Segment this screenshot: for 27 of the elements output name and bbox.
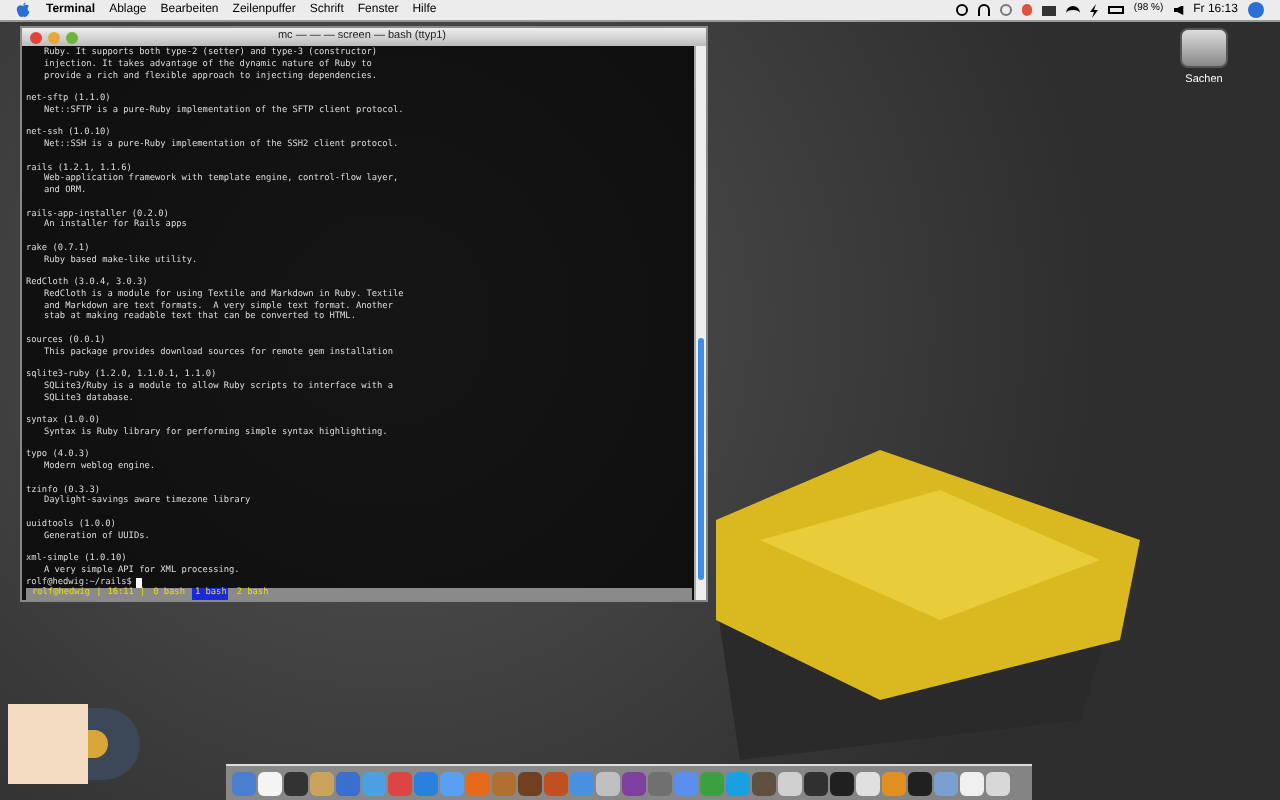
- dock-app-icon[interactable]: [908, 771, 932, 795]
- dock-app-icon[interactable]: [284, 771, 308, 795]
- scroll-thumb[interactable]: [698, 338, 704, 580]
- dock-app-icon[interactable]: [778, 771, 802, 795]
- volume-icon[interactable]: [1173, 5, 1184, 15]
- dock-app-icon[interactable]: [986, 771, 1010, 795]
- clock-icon[interactable]: [955, 4, 968, 16]
- dock-app-icon[interactable]: [830, 771, 854, 795]
- headphones-icon[interactable]: [977, 4, 990, 16]
- scroll-bar[interactable]: [694, 46, 706, 600]
- battery-icon[interactable]: [1107, 6, 1124, 14]
- minimize-button[interactable]: [48, 31, 60, 43]
- dock-app-icon[interactable]: [258, 771, 282, 795]
- dock-app-icon[interactable]: [518, 771, 542, 795]
- dock-app-icon[interactable]: [596, 771, 620, 795]
- dock-app-icon[interactable]: [856, 771, 880, 795]
- dock-app-icon[interactable]: [752, 771, 776, 795]
- hard-drive-icon[interactable]: [1180, 28, 1228, 68]
- text-cursor: [135, 577, 142, 588]
- power-icon[interactable]: [1089, 3, 1098, 17]
- dock-app-icon[interactable]: [960, 771, 984, 795]
- close-button[interactable]: [30, 31, 42, 43]
- zoom-button[interactable]: [66, 31, 78, 43]
- apple-icon[interactable]: [16, 2, 30, 18]
- dock-app-icon[interactable]: [804, 771, 828, 795]
- album-art-photo: [8, 704, 88, 784]
- spotlight-search-icon[interactable]: [1248, 2, 1264, 18]
